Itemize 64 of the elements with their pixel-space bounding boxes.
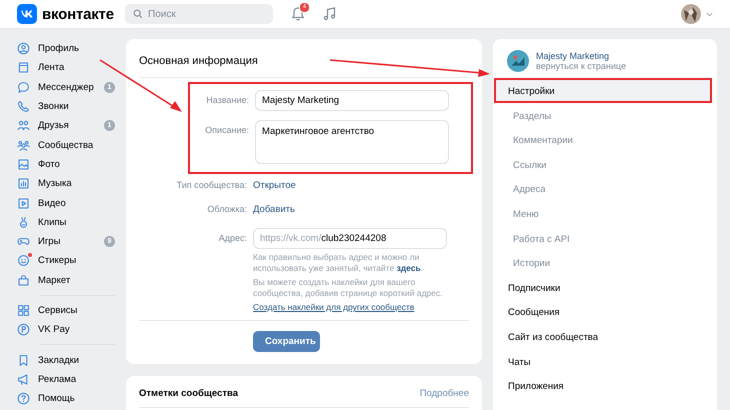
play-icon: [17, 196, 30, 210]
logo-icon[interactable]: [17, 4, 37, 24]
sidebar-item[interactable]: Сервисы: [17, 300, 115, 320]
window-icon: [17, 61, 30, 74]
help-text: Вы можете создать наклейки для вашего сообщества, добавив странице короткий адрес.: [253, 277, 444, 299]
name-field[interactable]: Majesty Marketing: [255, 90, 449, 111]
chevron-down-icon[interactable]: [706, 12, 713, 16]
sidebar-item[interactable]: Фото: [17, 154, 115, 174]
sidebar-item[interactable]: Клипы: [17, 212, 115, 232]
add-cover-link[interactable]: Добавить: [253, 204, 295, 214]
people-icon: [17, 119, 30, 132]
help-text: Как правильно выбрать адрес и можно ли использовать уже занятый, читайте здесь.: [253, 252, 424, 274]
people-icon: [17, 138, 30, 152]
megaphone-icon: [17, 372, 30, 386]
bell-icon[interactable]: [290, 6, 306, 22]
avatar[interactable]: [681, 4, 701, 24]
section-title: Основная информация: [138, 54, 258, 69]
sidebar-item[interactable]: Сообщества: [17, 135, 115, 155]
search-icon: [133, 9, 143, 19]
sidebar-item[interactable]: Закладки: [17, 350, 115, 370]
field-label: Тип сообщества:: [176, 180, 247, 190]
stickers-link[interactable]: Создать наклейки для других сообществ: [253, 302, 414, 312]
settings-menu-item[interactable]: Чаты: [494, 348, 712, 374]
sidebar-item[interactable]: Видео: [17, 193, 115, 213]
field-label: Обложка:: [206, 204, 247, 214]
section-title: Отметки сообщества: [139, 388, 238, 399]
brand-name[interactable]: вконтакте: [42, 6, 114, 22]
community-type-link[interactable]: Открытое: [253, 180, 296, 190]
sidebar-item[interactable]: Профиль: [17, 39, 115, 58]
bag-icon: [17, 274, 30, 287]
settings-menu-item[interactable]: Сообщения: [494, 299, 712, 324]
sidebar-item[interactable]: VK Pay: [17, 320, 115, 340]
field-label: Адрес:: [218, 232, 247, 243]
field-label: Название:: [205, 94, 249, 105]
field-label: Описание:: [204, 124, 249, 135]
coin-icon: [17, 323, 30, 336]
image-icon: [17, 158, 30, 171]
sidebar-item[interactable]: Маркет: [17, 270, 115, 290]
save-button[interactable]: Сохранить: [253, 331, 320, 352]
address-field[interactable]: https://vk.com/club230244208: [253, 228, 447, 249]
description-field[interactable]: Маркетинговое агентство: [255, 120, 449, 164]
community-avatar[interactable]: [507, 50, 529, 72]
settings-menu-item[interactable]: Работа с API: [494, 226, 712, 250]
grid-icon: [17, 304, 30, 317]
settings-menu-item[interactable]: Сайт из сообщества: [494, 324, 712, 349]
community-name[interactable]: Majesty Marketing: [536, 51, 626, 61]
bookmark-icon: [17, 354, 30, 367]
here-link[interactable]: здесь: [396, 263, 421, 273]
sidebar-item[interactable]: Стикеры: [17, 251, 115, 271]
search-field[interactable]: Поиск: [125, 4, 273, 24]
settings-menu-item[interactable]: Настройки: [494, 78, 712, 103]
sidebar-item[interactable]: Помощь: [17, 389, 115, 408]
help-icon: [17, 392, 30, 406]
music-note-icon[interactable]: [322, 6, 338, 22]
sidebar-item[interactable]: Реклама: [17, 370, 115, 390]
phone-icon: [17, 100, 30, 114]
sidebar-item[interactable]: Звонки: [17, 96, 115, 116]
sidebar-item[interactable]: Музыка: [17, 174, 115, 194]
sidebar-item[interactable]: Лента: [17, 58, 115, 78]
person-icon: [17, 42, 30, 56]
speech-bubble-icon: [17, 80, 30, 94]
settings-menu-item[interactable]: Подписчики: [494, 274, 712, 300]
chart-icon: [17, 177, 30, 190]
settings-menu-item[interactable]: Приложения: [494, 373, 712, 398]
